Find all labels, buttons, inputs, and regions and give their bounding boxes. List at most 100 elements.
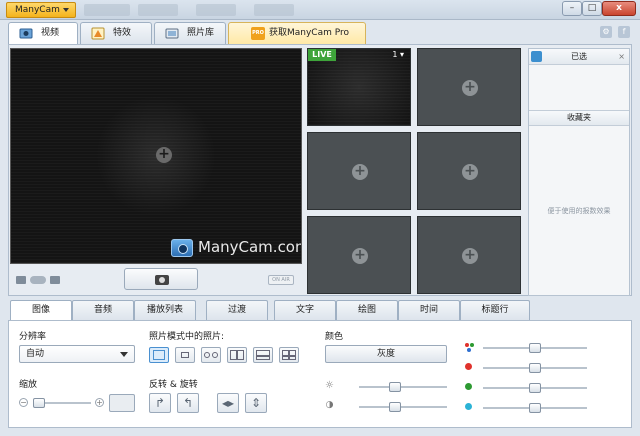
snapshot-button[interactable] <box>124 268 198 290</box>
layout-quad-line-h <box>282 355 296 357</box>
menu-item-faded-1[interactable] <box>84 4 130 16</box>
red-slider[interactable] <box>483 363 587 373</box>
tab-image[interactable]: 图像 <box>10 300 72 321</box>
maximize-icon: □ <box>587 3 597 13</box>
preview-toolbar: ON AIR <box>10 265 302 293</box>
tab-text[interactable]: 文字 <box>274 300 336 320</box>
layout-small-icon <box>181 352 189 358</box>
tab-audio[interactable]: 音频 <box>72 300 134 320</box>
menu-item-faded-4[interactable] <box>254 4 294 16</box>
tab-video[interactable]: 视频 <box>8 22 78 45</box>
color-label: 颜色 <box>325 332 344 342</box>
tab-effects[interactable]: 特效 <box>80 22 152 44</box>
add-source-icon: + <box>462 248 478 264</box>
zoom-label: 缩放 <box>19 380 38 390</box>
tab-label: 特效 <box>113 28 132 38</box>
menu-item-faded-3[interactable] <box>196 4 236 16</box>
tab-get-pro[interactable]: PRO 获取ManyCam Pro <box>228 22 366 44</box>
flip-rotate-label: 反转 & 旋转 <box>149 380 198 390</box>
grayscale-button[interactable]: 灰度 <box>325 345 447 363</box>
video-preview[interactable]: + ManyCam.com <box>10 48 302 264</box>
contrast-slider-thumb[interactable] <box>389 402 401 412</box>
flip-horizontal-button[interactable]: ◂▸ <box>217 393 239 413</box>
close-icon[interactable]: × <box>618 49 625 65</box>
green-slider-thumb[interactable] <box>529 383 541 393</box>
snapshot-small-icon[interactable] <box>50 276 60 284</box>
layout-two-icon-b <box>212 352 218 358</box>
camera-source-icon[interactable] <box>16 276 26 284</box>
zoom-slider[interactable] <box>33 398 91 408</box>
source-slot-2[interactable]: + <box>417 48 521 126</box>
rotate-right-button[interactable]: ↱ <box>149 393 171 413</box>
source-slot-3[interactable]: + <box>307 132 411 210</box>
flip-horizontal-icon: ◂▸ <box>221 396 235 410</box>
zoom-out-icon[interactable]: − <box>19 398 28 407</box>
facebook-icon[interactable]: f <box>618 26 630 38</box>
rotate-left-button[interactable]: ↰ <box>177 393 199 413</box>
flip-vertical-icon: ⇕ <box>250 396 262 410</box>
contrast-icon: ◑ <box>325 400 334 410</box>
saturation-slider[interactable] <box>483 343 587 353</box>
green-slider[interactable] <box>483 383 587 393</box>
resolution-select[interactable]: 自动 <box>19 345 135 363</box>
layout-two-icon-a <box>204 352 210 358</box>
chevron-down-icon <box>120 352 128 357</box>
add-source-icon[interactable]: + <box>156 147 172 163</box>
source-slot-5[interactable]: + <box>307 216 411 294</box>
rotate-right-icon: ↱ <box>154 396 166 410</box>
source-slot-live[interactable]: LIVE 1 ▾ <box>307 48 411 126</box>
live-source-number[interactable]: 1 ▾ <box>392 50 404 59</box>
zoom-in-icon[interactable]: + <box>95 398 104 407</box>
source-slot-4[interactable]: + <box>417 132 521 210</box>
contrast-slider[interactable] <box>359 402 447 412</box>
layout-hsplit-line <box>256 355 270 357</box>
favorites-hint: 便于使用的报数效果 <box>547 207 611 215</box>
app-menu-button[interactable]: ManyCam <box>6 2 76 18</box>
close-button[interactable]: x <box>602 1 636 16</box>
photo-mode-label: 照片模式中的照片: <box>149 332 225 342</box>
rotate-left-icon: ↰ <box>182 396 194 410</box>
manycam-logo-icon <box>171 239 193 257</box>
tab-label: 获取ManyCam Pro <box>269 28 350 38</box>
layout-vertical-split-button[interactable] <box>227 347 247 363</box>
menu-item-faded-2[interactable] <box>138 4 178 16</box>
minimize-button[interactable]: – <box>562 1 582 16</box>
red-channel-icon <box>465 363 472 370</box>
tab-playlist[interactable]: 播放列表 <box>134 300 196 320</box>
on-air-indicator[interactable]: ON AIR <box>268 275 294 285</box>
tab-gallery[interactable]: 照片库 <box>154 22 226 44</box>
brightness-slider-thumb[interactable] <box>389 382 401 392</box>
zoom-preview-box[interactable] <box>109 394 135 412</box>
tab-transitions[interactable]: 过渡 <box>206 300 268 320</box>
maximize-button[interactable]: □ <box>582 1 602 16</box>
saturation-slider-thumb[interactable] <box>529 343 541 353</box>
layout-single-button[interactable] <box>149 347 169 363</box>
selected-effects-panel: 已选 × 收藏夹 便于使用的报数效果 <box>528 48 630 296</box>
image-settings-panel: 分辨率 自动 照片模式中的照片: 颜色 灰度 缩放 − + 反转 & 旋转 ↱ … <box>8 320 632 428</box>
tab-draw[interactable]: 绘图 <box>336 300 398 320</box>
add-source-icon: + <box>462 80 478 96</box>
tab-ticker[interactable]: 标题行 <box>460 300 530 320</box>
layout-horizontal-split-button[interactable] <box>253 347 273 363</box>
layout-quad-button[interactable] <box>279 347 299 363</box>
settings-tab-bar: 图像 音频 播放列表 过渡 文字 绘图 时间 标题行 <box>8 298 632 321</box>
tab-label: 照片库 <box>187 28 215 38</box>
selected-header: 已选 × <box>529 49 629 65</box>
flip-vertical-button[interactable]: ⇕ <box>245 393 267 413</box>
brightness-slider[interactable] <box>359 382 447 392</box>
add-source-icon: + <box>462 164 478 180</box>
zoom-slider-thumb[interactable] <box>33 398 45 408</box>
resolution-value: 自动 <box>26 349 45 359</box>
blue-slider-thumb[interactable] <box>529 403 541 413</box>
layout-two-button[interactable] <box>201 347 221 363</box>
blue-slider[interactable] <box>483 403 587 413</box>
layout-small-button[interactable] <box>175 347 195 363</box>
rgb-icon-blue <box>467 348 471 352</box>
settings-icon[interactable]: ⚙ <box>600 26 612 38</box>
chevron-down-icon <box>63 8 69 12</box>
source-slot-6[interactable]: + <box>417 216 521 294</box>
tab-time[interactable]: 时间 <box>398 300 460 320</box>
add-source-icon: + <box>352 248 368 264</box>
toggle-icon[interactable] <box>30 276 46 284</box>
red-slider-thumb[interactable] <box>529 363 541 373</box>
